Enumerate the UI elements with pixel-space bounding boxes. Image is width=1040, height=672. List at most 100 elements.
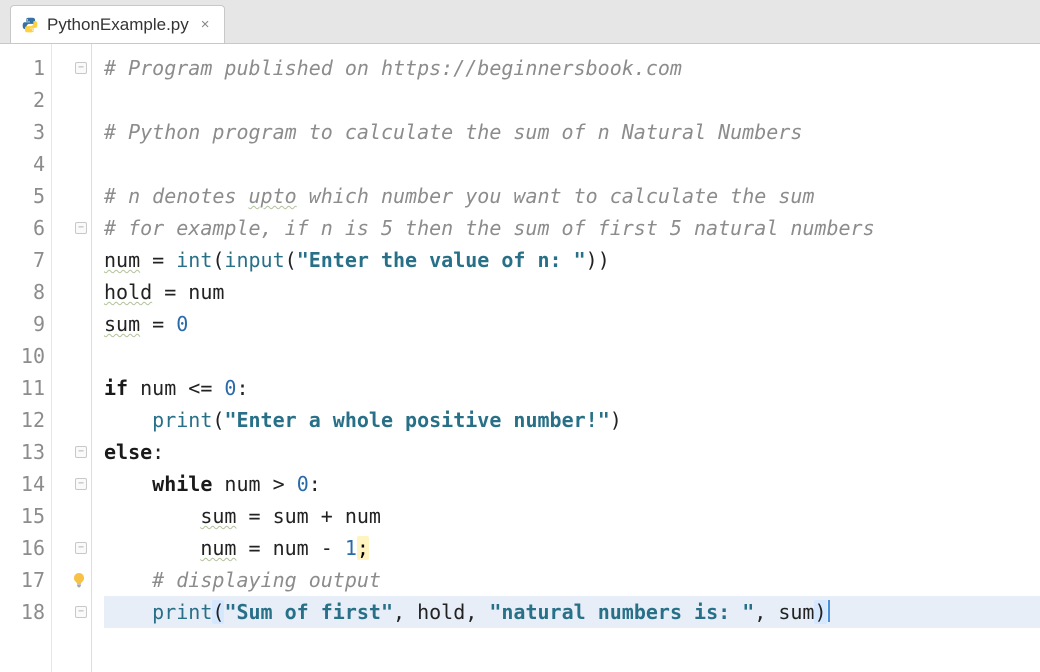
token-warning: ; (357, 536, 369, 560)
fold-open-icon[interactable]: − (75, 62, 87, 74)
code-line[interactable]: # for example, if n is 5 then the sum of… (104, 212, 1040, 244)
token-number: 0 (176, 312, 188, 336)
token-operator: = (140, 312, 176, 336)
fold-gutter: − − − − − − (52, 44, 92, 672)
indent (104, 408, 152, 432)
line-number: 10 (0, 340, 45, 372)
fold-gutter-cell (52, 308, 91, 340)
token-comment: # Program published on https://beginners… (104, 56, 682, 80)
code-line[interactable]: num = int(input("Enter the value of n: "… (104, 244, 1040, 276)
token-identifier: sum (104, 312, 140, 336)
tab-close-icon[interactable]: × (201, 16, 210, 33)
token-operator: )) (586, 248, 610, 272)
token-operator: = (140, 248, 176, 272)
token-operator: ( (212, 408, 224, 432)
indent (104, 536, 200, 560)
code-line[interactable]: if num <= 0: (104, 372, 1040, 404)
line-number: 6 (0, 212, 45, 244)
token-operator: : (309, 472, 321, 496)
token-operator: , hold, (393, 600, 489, 624)
code-line[interactable]: # Program published on https://beginners… (104, 52, 1040, 84)
line-number: 2 (0, 84, 45, 116)
fold-open-icon[interactable]: − (75, 478, 87, 490)
token-comment: # displaying output (152, 568, 381, 592)
line-number: 14 (0, 468, 45, 500)
token-keyword: else (104, 440, 152, 464)
fold-close-icon[interactable]: − (75, 542, 87, 554)
token-operator: = num (152, 280, 224, 304)
line-number: 4 (0, 148, 45, 180)
token-operator: : (152, 440, 164, 464)
token-operator: ( (285, 248, 297, 272)
lightbulb-icon[interactable] (71, 572, 87, 588)
token-operator: num <= (128, 376, 224, 400)
token-comment: upto (249, 184, 297, 208)
code-line[interactable]: print("Enter a whole positive number!") (104, 404, 1040, 436)
token-number: 0 (224, 376, 236, 400)
fold-gutter-cell (52, 244, 91, 276)
token-operator: : (236, 376, 248, 400)
fold-open-icon[interactable]: − (75, 222, 87, 234)
code-line[interactable]: # n denotes upto which number you want t… (104, 180, 1040, 212)
code-line[interactable]: sum = 0 (104, 308, 1040, 340)
token-operator: ) (610, 408, 622, 432)
fold-gutter-cell (52, 372, 91, 404)
fold-gutter-cell: − (52, 596, 91, 628)
token-identifier: num (104, 248, 140, 272)
indent (104, 504, 200, 528)
token-operator: ( (212, 248, 224, 272)
code-line[interactable]: num = num - 1; (104, 532, 1040, 564)
token-identifier: hold (104, 280, 152, 304)
fold-gutter-cell (52, 276, 91, 308)
token-builtin: print (152, 600, 212, 624)
token-string: "natural numbers is: " (489, 600, 754, 624)
text-cursor (828, 600, 830, 622)
fold-gutter-cell (52, 84, 91, 116)
code-line[interactable] (104, 84, 1040, 116)
token-string: "Sum of first" (224, 600, 393, 624)
fold-gutter-cell (52, 564, 91, 596)
code-line[interactable]: print("Sum of first", hold, "natural num… (104, 596, 1040, 628)
code-line[interactable]: # displaying output (104, 564, 1040, 596)
fold-open-icon[interactable]: − (75, 446, 87, 458)
code-line[interactable]: else: (104, 436, 1040, 468)
token-builtin: print (152, 408, 212, 432)
line-number: 3 (0, 116, 45, 148)
token-number: 0 (297, 472, 309, 496)
line-number: 5 (0, 180, 45, 212)
code-editor[interactable]: 123456789101112131415161718 −−−−− − # Pr… (0, 44, 1040, 672)
token-keyword: while (152, 472, 212, 496)
token-string: "Enter a whole positive number!" (224, 408, 609, 432)
fold-close-icon[interactable]: − (75, 606, 87, 618)
line-number: 13 (0, 436, 45, 468)
line-number: 7 (0, 244, 45, 276)
line-number: 12 (0, 404, 45, 436)
fold-gutter-cell (52, 404, 91, 436)
token-comment: which number you want to calculate the s… (297, 184, 815, 208)
fold-gutter-cell (52, 340, 91, 372)
token-operator: = num - (236, 536, 344, 560)
code-line[interactable] (104, 340, 1040, 372)
line-number: 1 (0, 52, 45, 84)
code-line[interactable]: while num > 0: (104, 468, 1040, 500)
token-comment: # n denotes (104, 184, 249, 208)
fold-gutter-cell (52, 500, 91, 532)
token-comment: # Python program to calculate the sum of… (104, 120, 802, 144)
code-line[interactable]: hold = num (104, 276, 1040, 308)
token-keyword: if (104, 376, 128, 400)
line-number: 16 (0, 532, 45, 564)
code-line[interactable]: sum = sum + num (104, 500, 1040, 532)
line-number: 11 (0, 372, 45, 404)
fold-gutter-cell: − (52, 532, 91, 564)
code-line[interactable] (104, 148, 1040, 180)
token-builtin: input (224, 248, 284, 272)
token-paren-match: ( (212, 600, 224, 624)
fold-gutter-cell: − (52, 468, 91, 500)
code-line[interactable]: # Python program to calculate the sum of… (104, 116, 1040, 148)
fold-gutter-cell: − (52, 212, 91, 244)
tab-python-example[interactable]: PythonExample.py × (10, 5, 225, 43)
tab-filename: PythonExample.py (47, 15, 189, 35)
line-number: 9 (0, 308, 45, 340)
code-area[interactable]: # Program published on https://beginners… (92, 44, 1040, 672)
line-number: 17 (0, 564, 45, 596)
